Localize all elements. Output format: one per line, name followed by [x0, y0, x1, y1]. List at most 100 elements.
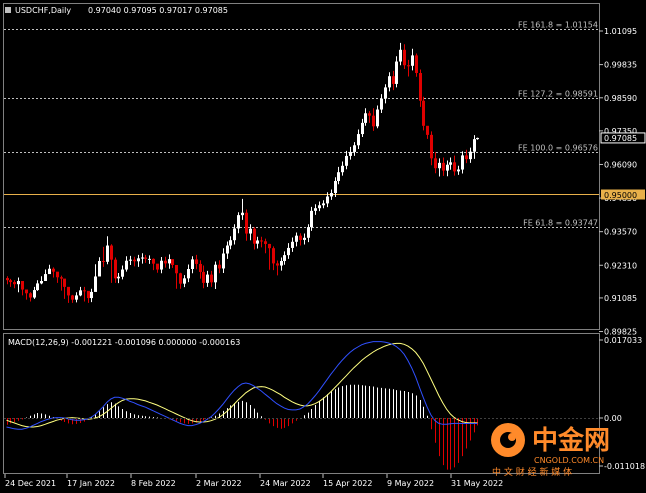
candle-body [268, 243, 271, 249]
candle-body [446, 164, 449, 171]
candle-body [191, 259, 194, 269]
level-price-marker: 0.95000 [601, 189, 645, 200]
candle-body [380, 98, 383, 110]
candle-body [75, 295, 78, 300]
candle-body [322, 203, 325, 206]
candle-body [218, 264, 221, 269]
candle-body [222, 253, 225, 269]
candle-body [83, 290, 86, 292]
price-label: 0.91085 [604, 294, 637, 303]
candle-body [411, 55, 414, 66]
candle-body [102, 261, 105, 262]
candle-body [129, 259, 132, 261]
candle-body [469, 151, 472, 160]
price-label: 0.93570 [604, 228, 637, 237]
candle-body [156, 263, 159, 270]
macd-histogram [7, 384, 478, 470]
candle-body [330, 193, 333, 197]
candle-body [364, 113, 367, 123]
macd-scale-zero: 0.00 [604, 414, 622, 423]
candle-body [318, 205, 321, 209]
candle-body [337, 172, 340, 181]
candle-body [90, 291, 93, 299]
candle-body [179, 273, 182, 284]
candle-body [67, 286, 70, 296]
candle-body [465, 155, 468, 160]
candle-body [426, 125, 429, 135]
candle-body [71, 295, 74, 300]
candle-body [372, 115, 375, 127]
candle-body [449, 162, 452, 165]
candle-body [160, 260, 163, 270]
candle-body [226, 245, 229, 254]
fib-levels: FE 161.8 = 1.01154 FE 127.2 = 0.98591 FE 1… [4, 21, 599, 228]
ohlc-values: 0.97040 0.97095 0.97017 0.97085 [88, 6, 228, 15]
candle-body [94, 276, 97, 292]
fib-label-1: FE 127.2 = 0.98591 [518, 90, 598, 99]
candle-body [407, 65, 410, 67]
candle-body [148, 258, 151, 260]
price-label: 0.92310 [604, 261, 637, 270]
candle-body [210, 274, 213, 283]
time-label: 8 Feb 2022 [131, 479, 176, 488]
candle-body [164, 260, 167, 264]
fib-label-2: FE 100.0 = 0.96576 [518, 144, 598, 153]
symbol-name: USDCHF,Daily [15, 6, 71, 15]
candle-body [6, 278, 9, 281]
watermark-url: CNGOLD.COM.CN [534, 456, 604, 465]
macd-scale-top: 0.017033 [604, 336, 642, 345]
candle-body [453, 162, 456, 172]
time-label: 9 May 2022 [387, 479, 434, 488]
candle-body [384, 87, 387, 99]
candle-body [442, 162, 445, 171]
candle-body [314, 208, 317, 211]
candle-body [357, 134, 360, 146]
candle-body [106, 245, 109, 262]
candle-body [144, 257, 147, 259]
candle-body [349, 151, 352, 156]
candle-body [237, 215, 240, 229]
candle-body [114, 259, 117, 279]
candle-body [291, 241, 294, 248]
candle-body [195, 259, 198, 264]
candle-body [175, 265, 178, 274]
candle-body [264, 241, 267, 244]
candle-body [430, 134, 433, 159]
fib-label-0: FE 161.8 = 1.01154 [518, 21, 598, 30]
candle-body [392, 76, 395, 84]
candle-body [56, 271, 59, 278]
candle-body [403, 49, 406, 66]
candle-body [280, 261, 283, 266]
trading-chart[interactable]: FE 161.8 = 1.01154 FE 127.2 = 0.98591 FE 1… [0, 0, 646, 493]
level-price-label: 0.95000 [604, 191, 637, 200]
price-panel-frame [3, 3, 600, 330]
candle-body [457, 169, 460, 172]
collapse-icon[interactable] [5, 7, 11, 13]
candle-body [256, 240, 259, 244]
candle-body [199, 263, 202, 272]
price-scale[interactable]: 1.010950.998350.985900.973500.960900.948… [599, 27, 637, 337]
candle-body [206, 274, 209, 283]
time-axis: 24 Dec 2021 17 Jan 2022 8 Feb 2022 2 Mar 20… [4, 474, 503, 488]
candle-body [310, 210, 313, 228]
candle-body [283, 255, 286, 261]
macd-header: MACD(12,26,9) -0.001221 -0.001096 0.0000… [8, 338, 240, 347]
time-label: 24 Dec 2021 [5, 479, 56, 488]
candle-body [60, 277, 63, 279]
candle-body [434, 158, 437, 169]
candle-body [98, 261, 101, 277]
candle-body [229, 240, 232, 246]
candle-body [21, 281, 24, 290]
fib-label-3: FE 61.8 = 0.93747 [523, 219, 598, 228]
candle-body [303, 237, 306, 240]
macd-main-line [6, 341, 478, 430]
current-price-marker: 0.97085 [600, 132, 646, 144]
candle-body [125, 260, 128, 270]
candles [6, 42, 479, 303]
candle-body [13, 282, 16, 285]
candle-body [376, 109, 379, 127]
candle-body [438, 162, 441, 169]
candle-body [187, 269, 190, 279]
watermark-brand: 中金网 [532, 425, 610, 456]
candle-body [29, 293, 32, 298]
